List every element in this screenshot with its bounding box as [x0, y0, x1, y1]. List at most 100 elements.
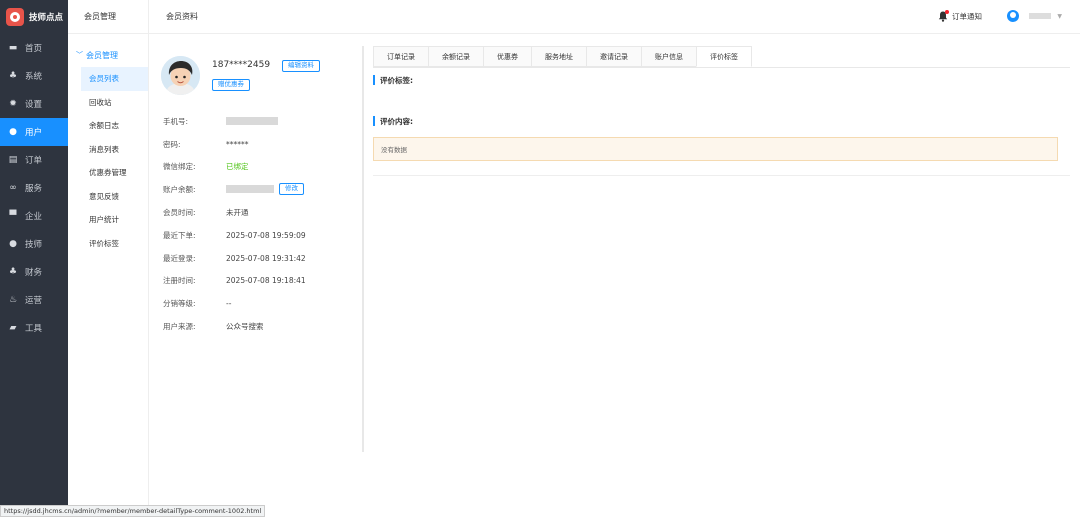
page-title: 会员资料 [166, 12, 198, 21]
gear-icon: ✹ [9, 99, 17, 109]
info-label: 会员时间: [163, 207, 196, 217]
info-row: 最近登录: 2025-07-08 19:31:42 [163, 252, 306, 264]
sidebar-item-4[interactable]: ▤ 订单 [0, 146, 68, 174]
username-redacted [1029, 13, 1052, 19]
sidebar-item-1[interactable]: ♣ 系统 [0, 62, 68, 90]
tab-3[interactable]: 服务地址 [531, 46, 586, 67]
info-row: 微信绑定: 已绑定 [163, 160, 249, 172]
info-label: 账户余额: [163, 184, 196, 194]
sidebar-item-7[interactable]: ● 技师 [0, 230, 68, 258]
sidebar-item-label: 工具 [25, 324, 43, 334]
subnav-header: 会员管理 [68, 0, 148, 34]
sidebar-item-label: 财务 [25, 268, 43, 278]
sidebar-item-label: 系统 [25, 72, 43, 82]
info-value: 2025-07-08 19:31:42 [226, 253, 306, 263]
subnav-item-0[interactable]: 会员列表 [81, 67, 148, 91]
sidebar-item-2[interactable]: ✹ 设置 [0, 90, 68, 118]
section-title-tags: 评价标签: [373, 75, 413, 85]
logo-icon [6, 8, 24, 26]
info-value: 已绑定 [226, 161, 249, 171]
info-label: 手机号: [163, 116, 189, 126]
info-row: 最近下单: 2025-07-08 19:59:09 [163, 229, 306, 241]
subnav-item-2[interactable]: 余额日志 [68, 114, 148, 138]
info-value: ****** [226, 139, 249, 149]
subnav-group-label: 会员管理 [86, 50, 118, 60]
sidebar-item-label: 服务 [25, 184, 43, 194]
subnav-item-6[interactable]: 用户统计 [68, 208, 148, 232]
tab-6[interactable]: 评价标签 [696, 46, 752, 67]
building-icon: ▀ [9, 211, 17, 221]
sidebar-item-5[interactable]: ∞ 服务 [0, 174, 68, 202]
subnav-list: 会员列表 回收站 余额日志 消息列表 优惠券管理 意见反馈 用户统计 评价标签 [68, 67, 148, 255]
sidebar-item-label: 运营 [25, 296, 43, 306]
sidebar-item-label: 技师 [25, 240, 43, 250]
empty-state: 没有数据 [373, 137, 1058, 161]
give-coupon-button[interactable]: 赠优惠券 [212, 79, 250, 91]
sidebar-item-0[interactable]: ▬ 首页 [0, 34, 68, 62]
notification-label: 订单通知 [952, 12, 982, 21]
toolbox-icon: ▰ [9, 323, 17, 333]
member-phone: 187****2459 [212, 60, 271, 70]
user-avatar-icon [1007, 10, 1020, 22]
tab-5[interactable]: 账户信息 [641, 46, 696, 67]
sitemap-icon: ♣ [8, 267, 18, 277]
edit-balance-button[interactable]: 修改 [279, 183, 304, 195]
balance-redacted [226, 185, 274, 193]
info-label: 注册时间: [163, 275, 196, 285]
tab-2[interactable]: 优惠券 [483, 46, 531, 67]
tabs-underline [373, 67, 1070, 68]
unread-dot [945, 10, 949, 14]
info-value: 2025-07-08 19:18:41 [226, 275, 306, 285]
order-notification[interactable]: 订单通知 [938, 10, 982, 22]
sidebar-item-10[interactable]: ▰ 工具 [0, 314, 68, 342]
monitor-icon: ▬ [8, 43, 18, 53]
subnav-item-7[interactable]: 评价标签 [68, 232, 148, 256]
info-row: 用户来源: 公众号搜索 [163, 320, 264, 332]
caret-down-icon: ▼ [1057, 12, 1062, 20]
sidebar-item-label: 企业 [25, 212, 43, 222]
info-label: 密码: [163, 139, 181, 149]
chevron-down-icon: ﹀ [76, 51, 83, 59]
info-row: 账户余额: 修改 [163, 183, 304, 195]
info-value: 2025-07-08 19:59:09 [226, 230, 306, 240]
subnav-group-member[interactable]: ﹀ 会员管理 [68, 48, 148, 62]
user-icon: ● [9, 127, 17, 137]
sidebar-item-8[interactable]: ♣ 财务 [0, 258, 68, 286]
member-avatar [161, 56, 200, 95]
link-icon: ∞ [9, 183, 17, 193]
edit-profile-button[interactable]: 编辑资料 [282, 60, 320, 72]
app-logo[interactable]: 技师点点 [0, 0, 68, 34]
section-title-content: 评价内容: [373, 116, 413, 126]
clipboard-icon: ▤ [8, 155, 18, 165]
info-label: 最近下单: [163, 230, 196, 240]
subnav-item-1[interactable]: 回收站 [68, 91, 148, 115]
info-row: 会员时间: 未开通 [163, 206, 249, 218]
fire-icon: ♨ [8, 295, 18, 305]
info-label: 用户来源: [163, 321, 196, 331]
detail-tabs: 订单记录 余额记录 优惠券 服务地址 邀请记录 账户信息 评价标签 [373, 46, 752, 67]
sidebar-nav: ▬ 首页 ♣ 系统 ✹ 设置 ● 用户 ▤ 订单 ∞ 服务 ▀ 企业 ● 技师 ♣ 财务 ♨ 运营 ▰ 工具 [0, 34, 68, 342]
tab-0[interactable]: 订单记录 [373, 46, 428, 67]
tab-4[interactable]: 邀请记录 [586, 46, 641, 67]
tab-1[interactable]: 余额记录 [428, 46, 483, 67]
sidebar-item-label: 设置 [25, 100, 43, 110]
subnav-item-5[interactable]: 意见反馈 [68, 185, 148, 209]
info-label: 微信绑定: [163, 161, 196, 171]
main-sidebar: 技师点点 ▬ 首页 ♣ 系统 ✹ 设置 ● 用户 ▤ 订单 ∞ 服务 ▀ 企业 ● 技师 ♣ 财务 ♨ 运营 ▰ 工具 [0, 0, 68, 517]
subnav-item-3[interactable]: 消息列表 [68, 138, 148, 162]
info-value: 未开通 [226, 207, 249, 217]
user-menu[interactable]: ▼ [1007, 10, 1062, 22]
content-divider [373, 175, 1070, 176]
subnav-item-4[interactable]: 优惠券管理 [68, 161, 148, 185]
sidebar-item-label: 用户 [25, 128, 43, 138]
sidebar-item-3[interactable]: ● 用户 [0, 118, 68, 146]
info-value: 公众号搜索 [226, 321, 264, 331]
sitemap-icon: ♣ [8, 71, 18, 81]
info-label: 分销等级: [163, 298, 196, 308]
info-value: -- [226, 298, 232, 308]
bell-icon [938, 10, 949, 22]
sidebar-item-label: 首页 [25, 44, 43, 54]
sidebar-item-label: 订单 [25, 156, 43, 166]
sidebar-item-6[interactable]: ▀ 企业 [0, 202, 68, 230]
sidebar-item-9[interactable]: ♨ 运营 [0, 286, 68, 314]
